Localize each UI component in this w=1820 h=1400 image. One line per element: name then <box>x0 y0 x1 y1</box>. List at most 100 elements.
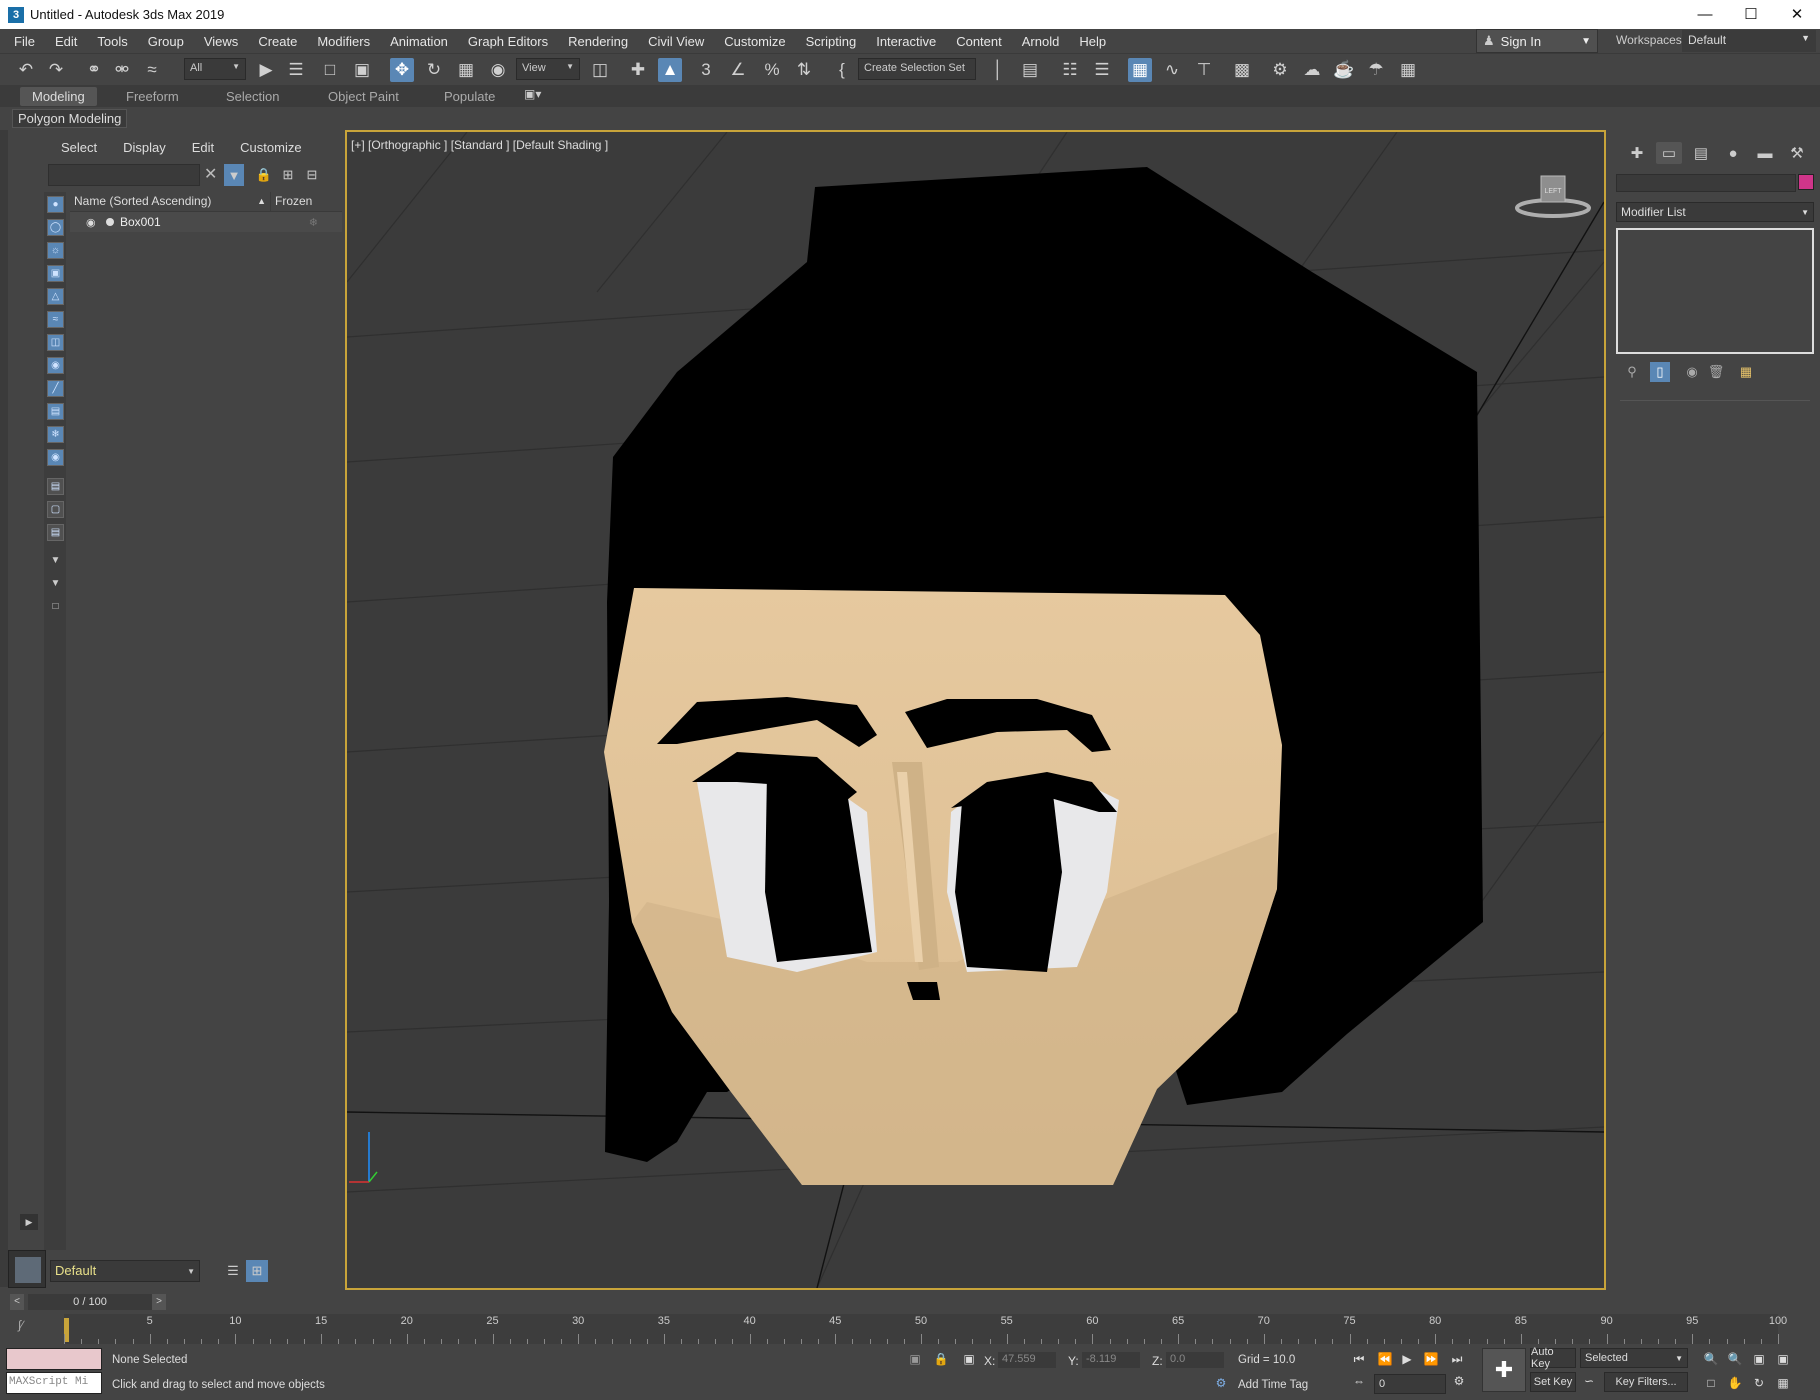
zoom-extents-icon[interactable]: ▣ <box>1750 1350 1768 1368</box>
lock-icon[interactable]: 🔒 <box>254 164 274 186</box>
select-and-place-icon[interactable]: ◉ <box>486 58 510 82</box>
zoom-all-icon[interactable]: 🔍 <box>1726 1350 1744 1368</box>
modifier-stack[interactable] <box>1616 228 1814 354</box>
manipulate-icon[interactable]: ✚ <box>626 58 650 82</box>
unlink-icon[interactable]: ⚮ <box>110 58 134 82</box>
orbit-icon[interactable]: ↻ <box>1750 1374 1768 1392</box>
polygon-modeling-label[interactable]: Polygon Modeling <box>12 109 128 128</box>
tab-object-paint[interactable]: Object Paint <box>316 87 411 106</box>
cameras-filter-icon[interactable]: ▣ <box>47 265 64 282</box>
hierarchy-tab-icon[interactable]: ▤ <box>1688 142 1714 164</box>
menu-help[interactable]: Help <box>1069 34 1116 49</box>
modifier-list-dropdown[interactable]: Modifier List ▼ <box>1616 202 1814 222</box>
sign-in-button[interactable]: ♟ Sign In ▼ <box>1476 29 1598 53</box>
toggle-layer-explorer-icon[interactable]: ☰ <box>1090 58 1114 82</box>
tab-populate[interactable]: Populate <box>432 87 507 106</box>
menu-content[interactable]: Content <box>946 34 1012 49</box>
expand-arrow-icon[interactable]: ▶ <box>20 1214 38 1230</box>
geometry-filter-icon[interactable]: ● <box>47 196 64 213</box>
freeze-icon[interactable]: ❄ <box>309 216 318 229</box>
angle-snap-icon[interactable]: ∠ <box>726 58 750 82</box>
explorer-menu-customize[interactable]: Customize <box>227 140 314 155</box>
tab-modeling[interactable]: Modeling <box>20 87 97 106</box>
rectangular-selection-icon[interactable]: □ <box>318 58 342 82</box>
menu-civil-view[interactable]: Civil View <box>638 34 714 49</box>
mirror-icon[interactable]: │ <box>986 58 1010 82</box>
explorer-menu-display[interactable]: Display <box>110 140 179 155</box>
auto-key-button[interactable]: Auto Key <box>1530 1346 1576 1370</box>
play-icon[interactable]: ▶ <box>1398 1350 1416 1368</box>
edit-named-selection-icon[interactable]: { <box>830 58 854 82</box>
snaps-toggle-icon[interactable]: 3 <box>694 58 718 82</box>
menu-graph-editors[interactable]: Graph Editors <box>458 34 558 49</box>
go-to-end-icon[interactable]: ⏭ <box>1448 1350 1466 1368</box>
menu-file[interactable]: File <box>0 34 45 49</box>
filter-icon[interactable]: ▼ <box>224 164 244 186</box>
go-to-start-icon[interactable]: ⏮ <box>1350 1350 1368 1368</box>
invert-display-icon[interactable]: ▤ <box>47 524 64 541</box>
key-mode-toggle-icon[interactable]: ⇔ <box>1350 1372 1368 1390</box>
workspace-dropdown[interactable]: Default ▼ <box>1682 30 1816 52</box>
y-coordinate-field[interactable]: -8.119 <box>1082 1352 1140 1368</box>
remove-modifier-icon[interactable]: 🗑 <box>1706 362 1726 382</box>
show-end-result-icon[interactable]: ▯ <box>1650 362 1670 382</box>
menu-group[interactable]: Group <box>138 34 194 49</box>
select-by-name-icon[interactable]: ☰ <box>284 58 308 82</box>
absolute-mode-icon[interactable]: ▣ <box>960 1350 978 1368</box>
key-filters-button[interactable]: Key Filters... <box>1604 1372 1688 1392</box>
shapes-filter-icon[interactable]: ◯ <box>47 219 64 236</box>
select-object-icon[interactable]: ▶ <box>254 58 278 82</box>
zoom-extents-all-icon[interactable]: ▣ <box>1774 1350 1792 1368</box>
menu-tools[interactable]: Tools <box>87 34 137 49</box>
next-frame-arrow-icon[interactable]: > <box>152 1294 166 1310</box>
hidden-filter-icon[interactable]: ◉ <box>47 449 64 466</box>
viewcube[interactable]: LEFT <box>1513 168 1593 218</box>
add-time-tag[interactable]: Add Time Tag <box>1238 1379 1308 1391</box>
selection-filter-dropdown[interactable]: All ▼ <box>184 58 246 80</box>
menu-rendering[interactable]: Rendering <box>558 34 638 49</box>
close-icon[interactable]: ✕ <box>1774 0 1820 29</box>
link-icon[interactable]: ⚭ <box>82 58 106 82</box>
bones-filter-icon[interactable]: ╱ <box>47 380 64 397</box>
menu-animation[interactable]: Animation <box>380 34 458 49</box>
schematic-view-icon[interactable]: ⊤ <box>1192 58 1216 82</box>
utilities-tab-icon[interactable]: ⚒ <box>1784 142 1810 164</box>
previous-frame-icon[interactable]: ⏪ <box>1376 1350 1394 1368</box>
menu-arnold[interactable]: Arnold <box>1012 34 1070 49</box>
clear-search-icon[interactable]: ✕ <box>204 164 217 184</box>
menu-customize[interactable]: Customize <box>714 34 795 49</box>
time-tag-icon[interactable]: ⚙ <box>1212 1374 1230 1392</box>
menu-views[interactable]: Views <box>194 34 248 49</box>
select-and-scale-icon[interactable]: ▦ <box>454 58 478 82</box>
display-tab-icon[interactable]: ▬ <box>1752 142 1778 164</box>
frozen-column-header[interactable]: Frozen <box>270 192 342 211</box>
layer-hierarchy-icon[interactable]: ⊟ <box>302 164 322 186</box>
space-warps-filter-icon[interactable]: ≈ <box>47 311 64 328</box>
configure-modifier-sets-icon[interactable]: ▦ <box>1736 362 1756 382</box>
selection-set-dropdown[interactable]: Create Selection Set <box>858 58 976 80</box>
ribbon-options-icon[interactable]: ▣▾ <box>524 87 541 101</box>
pin-stack-icon[interactable]: ⚲ <box>1622 362 1642 382</box>
z-coordinate-field[interactable]: 0.0 <box>1166 1352 1224 1368</box>
material-editor-icon[interactable]: ▩ <box>1230 58 1254 82</box>
timeline-ruler[interactable]: 5 10 15 20 25 30 35 40 45 50 55 60 65 70 75 80 85 90 95 100 <box>64 1314 1787 1344</box>
select-and-move-icon[interactable]: ✥ <box>390 58 414 82</box>
default-in-out-tangents-icon[interactable]: ∽ <box>1580 1372 1598 1390</box>
render-setup-icon[interactable]: ⚙ <box>1268 58 1292 82</box>
current-frame-field[interactable]: 0 <box>1374 1374 1446 1394</box>
modify-tab-icon[interactable]: ▭ <box>1656 142 1682 164</box>
reference-coord-dropdown[interactable]: View ▼ <box>516 58 580 80</box>
curve-editor-mini-icon[interactable]: ∫∕ <box>18 1318 23 1332</box>
pivot-center-icon[interactable]: ◫ <box>588 58 612 82</box>
toggle-ribbon-icon[interactable]: ▦ <box>1128 58 1152 82</box>
undo-icon[interactable]: ↶ <box>14 58 38 82</box>
render-production-icon[interactable]: ☕ <box>1332 58 1356 82</box>
isolate-selection-icon[interactable]: ▣ <box>906 1350 924 1368</box>
field-of-view-icon[interactable]: □ <box>1702 1374 1720 1392</box>
render-in-cloud-icon[interactable]: ☂ <box>1364 58 1388 82</box>
curve-editor-icon[interactable]: ∿ <box>1160 58 1184 82</box>
menu-create[interactable]: Create <box>248 34 307 49</box>
autodesk-gallery-icon[interactable]: ▦ <box>1396 58 1420 82</box>
containers-filter-icon[interactable]: ▤ <box>47 403 64 420</box>
viewport-scene[interactable] <box>347 132 1604 1288</box>
